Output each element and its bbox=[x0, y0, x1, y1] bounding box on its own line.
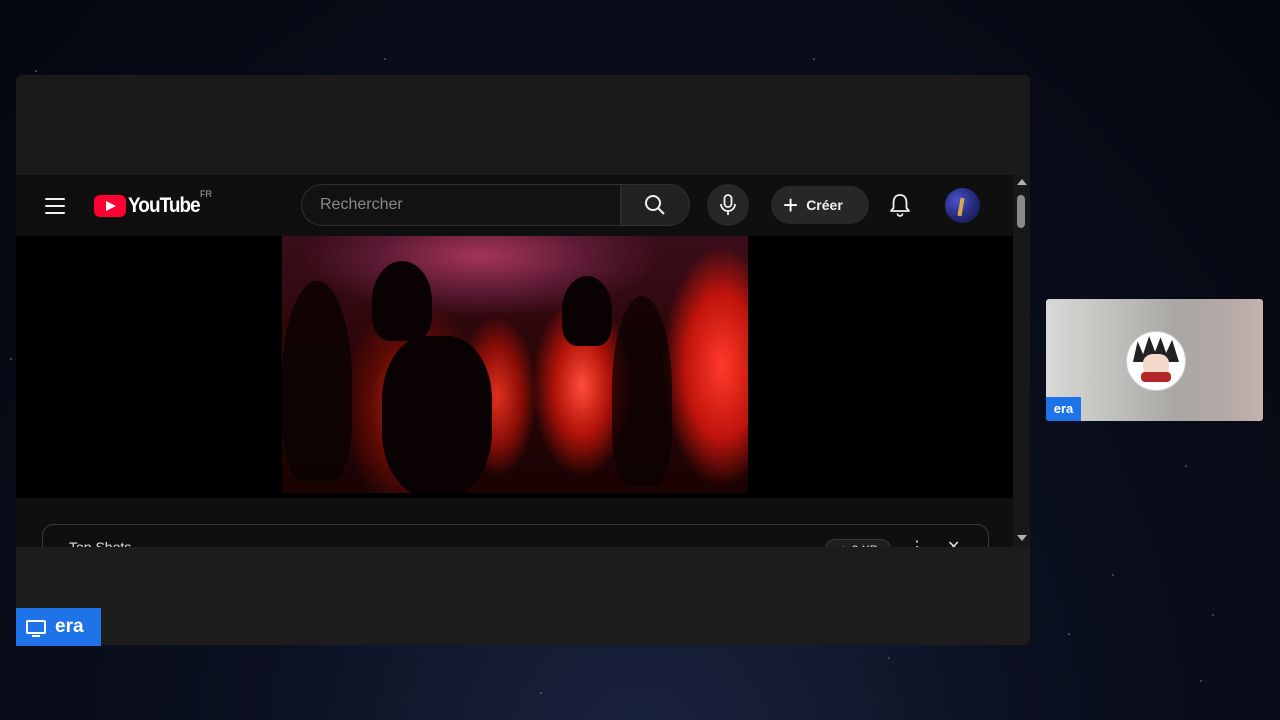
background-star bbox=[540, 692, 542, 694]
notifications-button[interactable] bbox=[884, 189, 916, 221]
background-star bbox=[1185, 465, 1187, 467]
create-button[interactable]: + Créer bbox=[771, 186, 869, 224]
background-star bbox=[1112, 574, 1114, 576]
video-figure bbox=[372, 261, 432, 341]
create-button-label: Créer bbox=[806, 197, 843, 213]
vertical-scrollbar[interactable] bbox=[1013, 175, 1030, 547]
background-star bbox=[1212, 614, 1214, 616]
video-figure bbox=[612, 296, 672, 486]
video-frame[interactable] bbox=[282, 236, 748, 493]
xp-badge[interactable]: ✦ 2 XP bbox=[825, 539, 891, 547]
account-avatar[interactable] bbox=[945, 188, 980, 223]
video-player[interactable] bbox=[16, 236, 1013, 498]
close-icon[interactable]: ✕ bbox=[947, 537, 960, 547]
search-button[interactable] bbox=[620, 184, 690, 226]
background-star bbox=[1068, 633, 1070, 635]
shorts-shelf-card[interactable]: Top Shots ✦ 2 XP ⋮ ✕ bbox=[42, 524, 989, 547]
scroll-thumb[interactable] bbox=[1017, 195, 1025, 228]
participant-name: era bbox=[1046, 397, 1081, 421]
shelf-title: Top Shots bbox=[69, 539, 132, 547]
screen-bottom-area bbox=[16, 547, 1030, 645]
screen-top-area bbox=[16, 75, 1030, 175]
youtube-logo-text: YouTube bbox=[128, 194, 201, 217]
youtube-play-icon bbox=[94, 195, 126, 217]
background-star bbox=[888, 657, 890, 659]
bell-icon bbox=[890, 194, 910, 217]
video-figure bbox=[382, 336, 492, 493]
video-figure bbox=[562, 276, 612, 346]
search-box[interactable] bbox=[301, 184, 620, 226]
video-figure bbox=[282, 281, 352, 481]
more-options-icon[interactable]: ⋮ bbox=[909, 537, 925, 547]
participant-tile[interactable]: era bbox=[1046, 299, 1263, 421]
presenter-label: era bbox=[16, 608, 101, 646]
hamburger-menu-icon[interactable] bbox=[40, 191, 70, 221]
youtube-window: YouTube FR + Créer bbox=[16, 175, 1030, 547]
scroll-up-arrow-icon[interactable] bbox=[1017, 179, 1027, 185]
youtube-header: YouTube FR + Créer bbox=[16, 175, 1013, 236]
presenter-name: era bbox=[55, 616, 84, 637]
voice-search-button[interactable] bbox=[707, 184, 749, 226]
shared-screen: YouTube FR + Créer bbox=[16, 75, 1030, 645]
monitor-icon bbox=[26, 620, 46, 637]
plus-icon: + bbox=[783, 190, 799, 220]
background-star bbox=[35, 70, 37, 72]
search-icon bbox=[645, 195, 665, 215]
youtube-logo[interactable]: YouTube bbox=[94, 193, 208, 219]
background-star bbox=[813, 58, 815, 60]
region-code: FR bbox=[200, 189, 212, 199]
search-input[interactable] bbox=[318, 195, 620, 215]
participant-avatar bbox=[1126, 331, 1186, 391]
background-star bbox=[10, 358, 12, 360]
microphone-icon bbox=[720, 194, 736, 215]
background-star bbox=[384, 58, 386, 60]
background-star bbox=[1200, 680, 1202, 682]
scroll-down-arrow-icon[interactable] bbox=[1017, 535, 1027, 541]
